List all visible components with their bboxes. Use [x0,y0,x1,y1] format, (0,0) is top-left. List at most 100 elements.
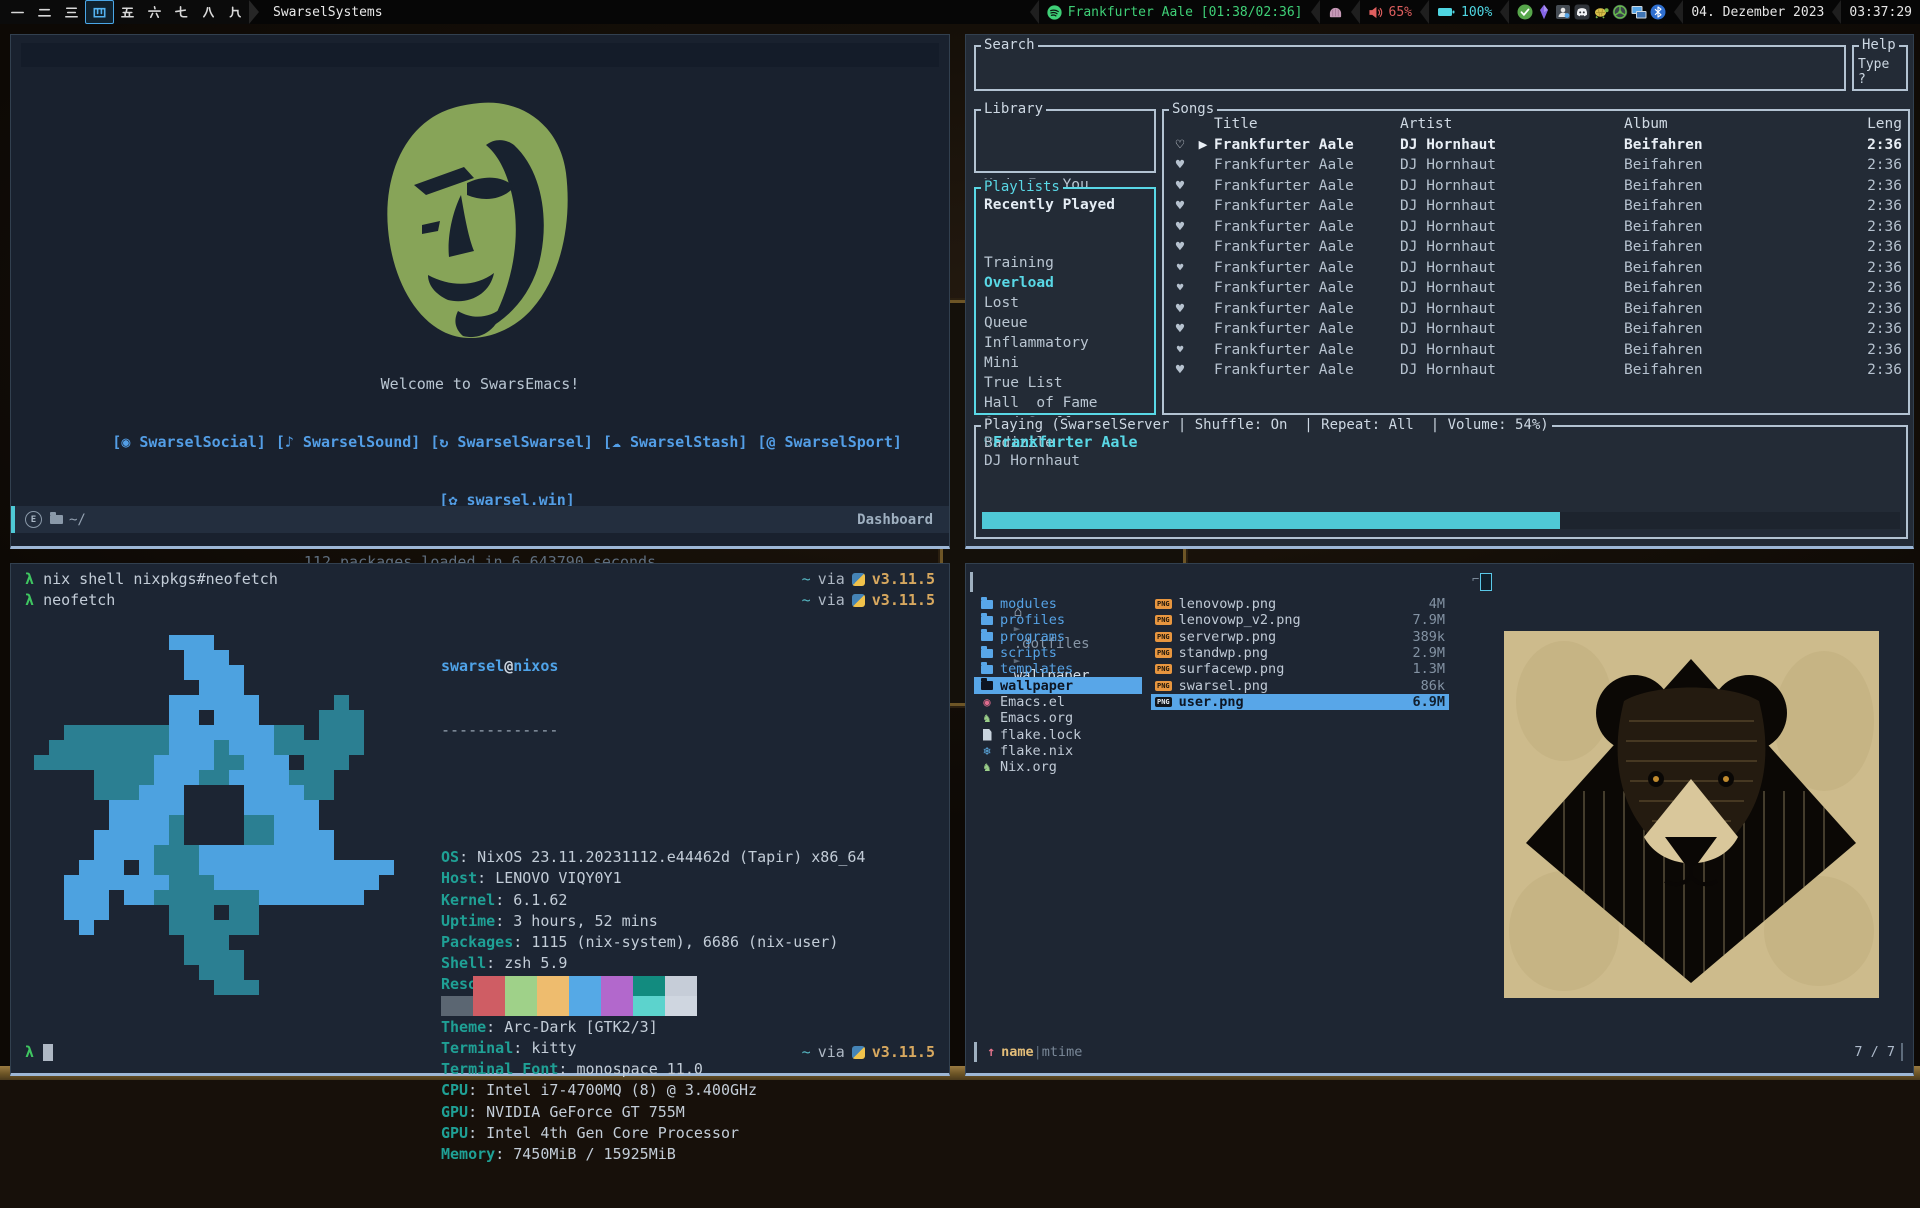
link-swarselsport[interactable]: [@ SwarselSport] [757,433,902,451]
progress-bar[interactable] [982,512,1900,529]
playlist-item[interactable]: Lost [984,293,1146,313]
playlist-item[interactable]: Training [984,253,1146,273]
song-artist: DJ Hornhaut [1400,258,1624,279]
sort-mode[interactable]: name [1001,1044,1034,1060]
directory-item[interactable]: programs [974,629,1142,645]
file-manager-window[interactable]: ⌂ ► .dotfiles ► wallpaper modules profil… [965,563,1914,1076]
terminal-window[interactable]: λ nix shell nixpkgs#neofetch ~viav3.11.5… [10,563,950,1076]
workspace-七[interactable] [168,1,195,23]
playing-track: Frankfurter Aale [993,433,1138,451]
directory-item[interactable]: flake.lock [974,726,1142,742]
workspace-六[interactable] [141,1,168,23]
file-row[interactable]: PNG swarsel.png 86k [1151,677,1449,693]
status-bar: SwarselSystems Frankfurter Aale [01:38/0… [0,0,1920,24]
playlist-item[interactable]: Hall of Fame [984,393,1146,413]
directory-item[interactable]: scripts [974,645,1142,661]
file-row[interactable]: PNG surfacewp.png 1.3M [1151,661,1449,677]
directory-item[interactable]: modules [974,596,1142,612]
link-swarselsocial[interactable]: [◉ SwarselSocial] [112,433,266,451]
heart-icon[interactable]: ♥ [1168,319,1192,340]
song-row[interactable]: ♡ ▶ Frankfurter Aale DJ Hornhaut Beifahr… [1168,135,1902,156]
gem-tray-icon[interactable] [1536,4,1552,20]
progress-fill [982,512,1560,529]
workspace-一[interactable] [4,1,31,23]
directory-item[interactable]: ♞ Emacs.org [974,710,1142,726]
directory-item[interactable]: ◉ Emacs.el [974,694,1142,710]
workspace-三[interactable] [58,1,85,23]
check-tray-icon[interactable] [1517,4,1533,20]
discord-tray-icon[interactable] [1574,4,1590,20]
emacs-tab-bar[interactable] [21,43,939,67]
playlist-item[interactable]: Inflammatory [984,333,1146,353]
date-widget[interactable]: 04. Dezember 2023 [1691,5,1824,20]
link-swarselsound[interactable]: [♪ SwarselSound] [276,433,421,451]
png-badge-icon: PNG [1155,697,1172,707]
song-row[interactable]: ♥ Frankfurter Aale DJ Hornhaut Beifahren… [1168,360,1902,381]
battery-widget[interactable]: 100% [1437,5,1492,20]
song-row[interactable]: ♥ Frankfurter Aale DJ Hornhaut Beifahren… [1168,237,1902,258]
search-box[interactable]: Search [974,45,1846,91]
play-marker [1192,217,1214,238]
song-album: Beifahren [1624,340,1852,361]
heart-icon[interactable]: ♥ [1168,340,1192,361]
workspace-五[interactable] [114,1,141,23]
workspace-二[interactable] [31,1,58,23]
directory-item[interactable]: profiles [974,612,1142,628]
directory-item[interactable]: wallpaper [974,677,1142,693]
song-row[interactable]: ♥ Frankfurter Aale DJ Hornhaut Beifahren… [1168,299,1902,320]
song-row[interactable]: ♥ Frankfurter Aale DJ Hornhaut Beifahren… [1168,319,1902,340]
sort-arrow-icon[interactable]: ↑ [987,1044,995,1060]
jellyfish-tray-icon[interactable] [1328,5,1343,20]
sort-alt[interactable]: mtime [1042,1044,1083,1060]
wheel-tray-icon[interactable] [1612,4,1628,20]
heart-icon[interactable]: ♥ [1168,258,1192,279]
file-row[interactable]: PNG standwp.png 2.9M [1151,645,1449,661]
terminal-cursor-line: λ [25,1043,53,1061]
song-row[interactable]: ♥ Frankfurter Aale DJ Hornhaut Beifahren… [1168,258,1902,279]
monitor-tray-icon[interactable] [1631,4,1647,20]
bluetooth-tray-icon[interactable] [1650,4,1666,20]
link-swarselswarsel[interactable]: [↻ SwarselSwarsel] [430,433,593,451]
heart-icon[interactable]: ♥ [1168,360,1192,381]
file-row[interactable]: PNG serverwp.png 389k [1151,629,1449,645]
volume-widget[interactable]: 65% [1368,5,1412,20]
heart-icon[interactable]: ♥ [1168,278,1192,299]
heart-icon[interactable]: ♥ [1168,196,1192,217]
file-row[interactable]: PNG user.png 6.9M [1151,694,1449,710]
heart-icon[interactable]: ♥ [1168,237,1192,258]
song-row[interactable]: ♥ Frankfurter Aale DJ Hornhaut Beifahren… [1168,217,1902,238]
clock-widget[interactable]: 03:37:29 [1849,5,1912,20]
block-cursor [43,1044,53,1061]
emacs-window[interactable]: ⌐ Welcome to SwarsEmacs! [◉ SwarselSocia… [10,34,950,549]
playlist-item[interactable]: True List [984,373,1146,393]
song-row[interactable]: ♥ Frankfurter Aale DJ Hornhaut Beifahren… [1168,278,1902,299]
song-row[interactable]: ♥ Frankfurter Aale DJ Hornhaut Beifahren… [1168,196,1902,217]
song-row[interactable]: ♥ Frankfurter Aale DJ Hornhaut Beifahren… [1168,340,1902,361]
now-playing-widget[interactable]: Frankfurter Aale [01:38/02:36] [1047,5,1303,20]
music-player-window[interactable]: Search Help Type ? Library Made For YouR… [965,34,1914,549]
playlist-item[interactable]: Overload [984,273,1146,293]
heart-icon[interactable]: ♡ [1168,135,1192,156]
file-row[interactable]: PNG lenovowp.png 4M [1151,596,1449,612]
playlist-item[interactable]: Queue [984,313,1146,333]
workspace-八[interactable] [195,1,222,23]
turtle-tray-icon[interactable] [1593,4,1609,20]
heart-icon[interactable]: ♥ [1168,217,1192,238]
heart-icon[interactable]: ♥ [1168,155,1192,176]
workspace-四[interactable] [85,0,114,24]
directory-item[interactable]: ❄ flake.nix [974,743,1142,759]
directory-item[interactable]: ♞ Nix.org [974,759,1142,775]
file-row[interactable]: PNG lenovowp_v2.png 7.9M [1151,612,1449,628]
playlist-item[interactable]: Mini [984,353,1146,373]
song-row[interactable]: ♥ Frankfurter Aale DJ Hornhaut Beifahren… [1168,176,1902,197]
swarsemacs-logo [364,97,596,359]
directory-item[interactable]: templates [974,661,1142,677]
song-row[interactable]: ♥ Frankfurter Aale DJ Hornhaut Beifahren… [1168,155,1902,176]
user-tray-icon[interactable] [1555,4,1571,20]
link-swarselstash[interactable]: [☁ SwarselStash] [603,433,748,451]
modeline-accent [11,506,15,533]
song-artist: DJ Hornhaut [1400,360,1624,381]
workspace-九[interactable] [222,1,249,23]
heart-icon[interactable]: ♥ [1168,299,1192,320]
heart-icon[interactable]: ♥ [1168,176,1192,197]
